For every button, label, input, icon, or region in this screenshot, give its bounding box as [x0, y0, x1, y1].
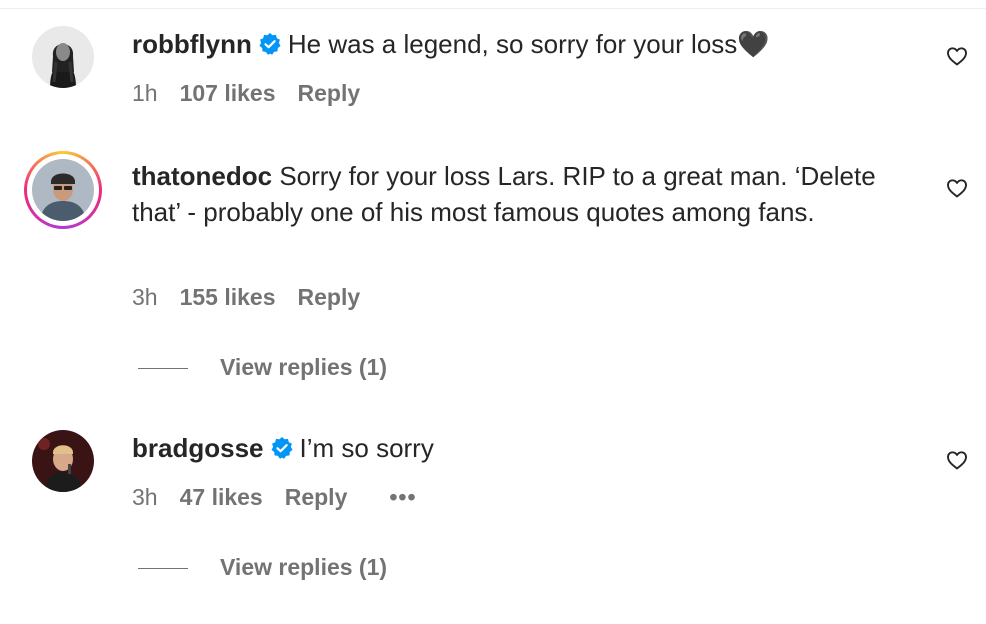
likes-count[interactable]: 155 likes: [180, 284, 276, 310]
avatar[interactable]: [32, 159, 94, 221]
comment-body: thatonedoc Sorry for your loss Lars. RIP…: [132, 158, 892, 230]
timestamp[interactable]: 3h: [132, 284, 158, 310]
comment-text: He was a legend, so sorry for your loss🖤: [287, 29, 770, 59]
reply-button[interactable]: Reply: [298, 284, 361, 310]
verified-badge-icon: [259, 33, 281, 55]
replies-divider: [138, 568, 188, 570]
timestamp[interactable]: 3h: [132, 484, 158, 510]
view-replies-button[interactable]: View replies (1): [138, 554, 387, 581]
username[interactable]: bradgosse: [132, 433, 264, 463]
divider: [0, 8, 986, 9]
username[interactable]: robbflynn: [132, 29, 252, 59]
view-replies-button[interactable]: View replies (1): [138, 354, 387, 381]
comment-meta: 1h 107 likes Reply: [132, 80, 382, 107]
view-replies-label: View replies (1): [220, 354, 388, 380]
comment-meta: 3h 47 likes Reply •••: [132, 484, 439, 511]
view-replies-label: View replies (1): [220, 554, 388, 580]
likes-count[interactable]: 107 likes: [180, 80, 276, 106]
replies-divider: [138, 368, 188, 370]
comment-body: robbflynn He was a legend, so sorry for y…: [132, 26, 912, 62]
reply-button[interactable]: Reply: [285, 484, 348, 510]
avatar[interactable]: [32, 430, 94, 492]
reply-button[interactable]: Reply: [298, 80, 361, 106]
more-options-button[interactable]: •••: [389, 484, 416, 510]
comment-meta: 3h 155 likes Reply: [132, 284, 382, 311]
story-ring[interactable]: [24, 151, 102, 229]
timestamp[interactable]: 1h: [132, 80, 158, 106]
heart-icon[interactable]: [945, 448, 969, 472]
comment-text: I’m so sorry: [299, 433, 434, 463]
likes-count[interactable]: 47 likes: [180, 484, 263, 510]
verified-badge-icon: [271, 437, 292, 459]
comment-body: bradgosse I’m so sorry: [132, 430, 912, 466]
avatar[interactable]: [32, 26, 94, 88]
username[interactable]: thatonedoc: [132, 161, 272, 191]
heart-icon[interactable]: [945, 176, 969, 200]
heart-icon[interactable]: [945, 44, 969, 68]
